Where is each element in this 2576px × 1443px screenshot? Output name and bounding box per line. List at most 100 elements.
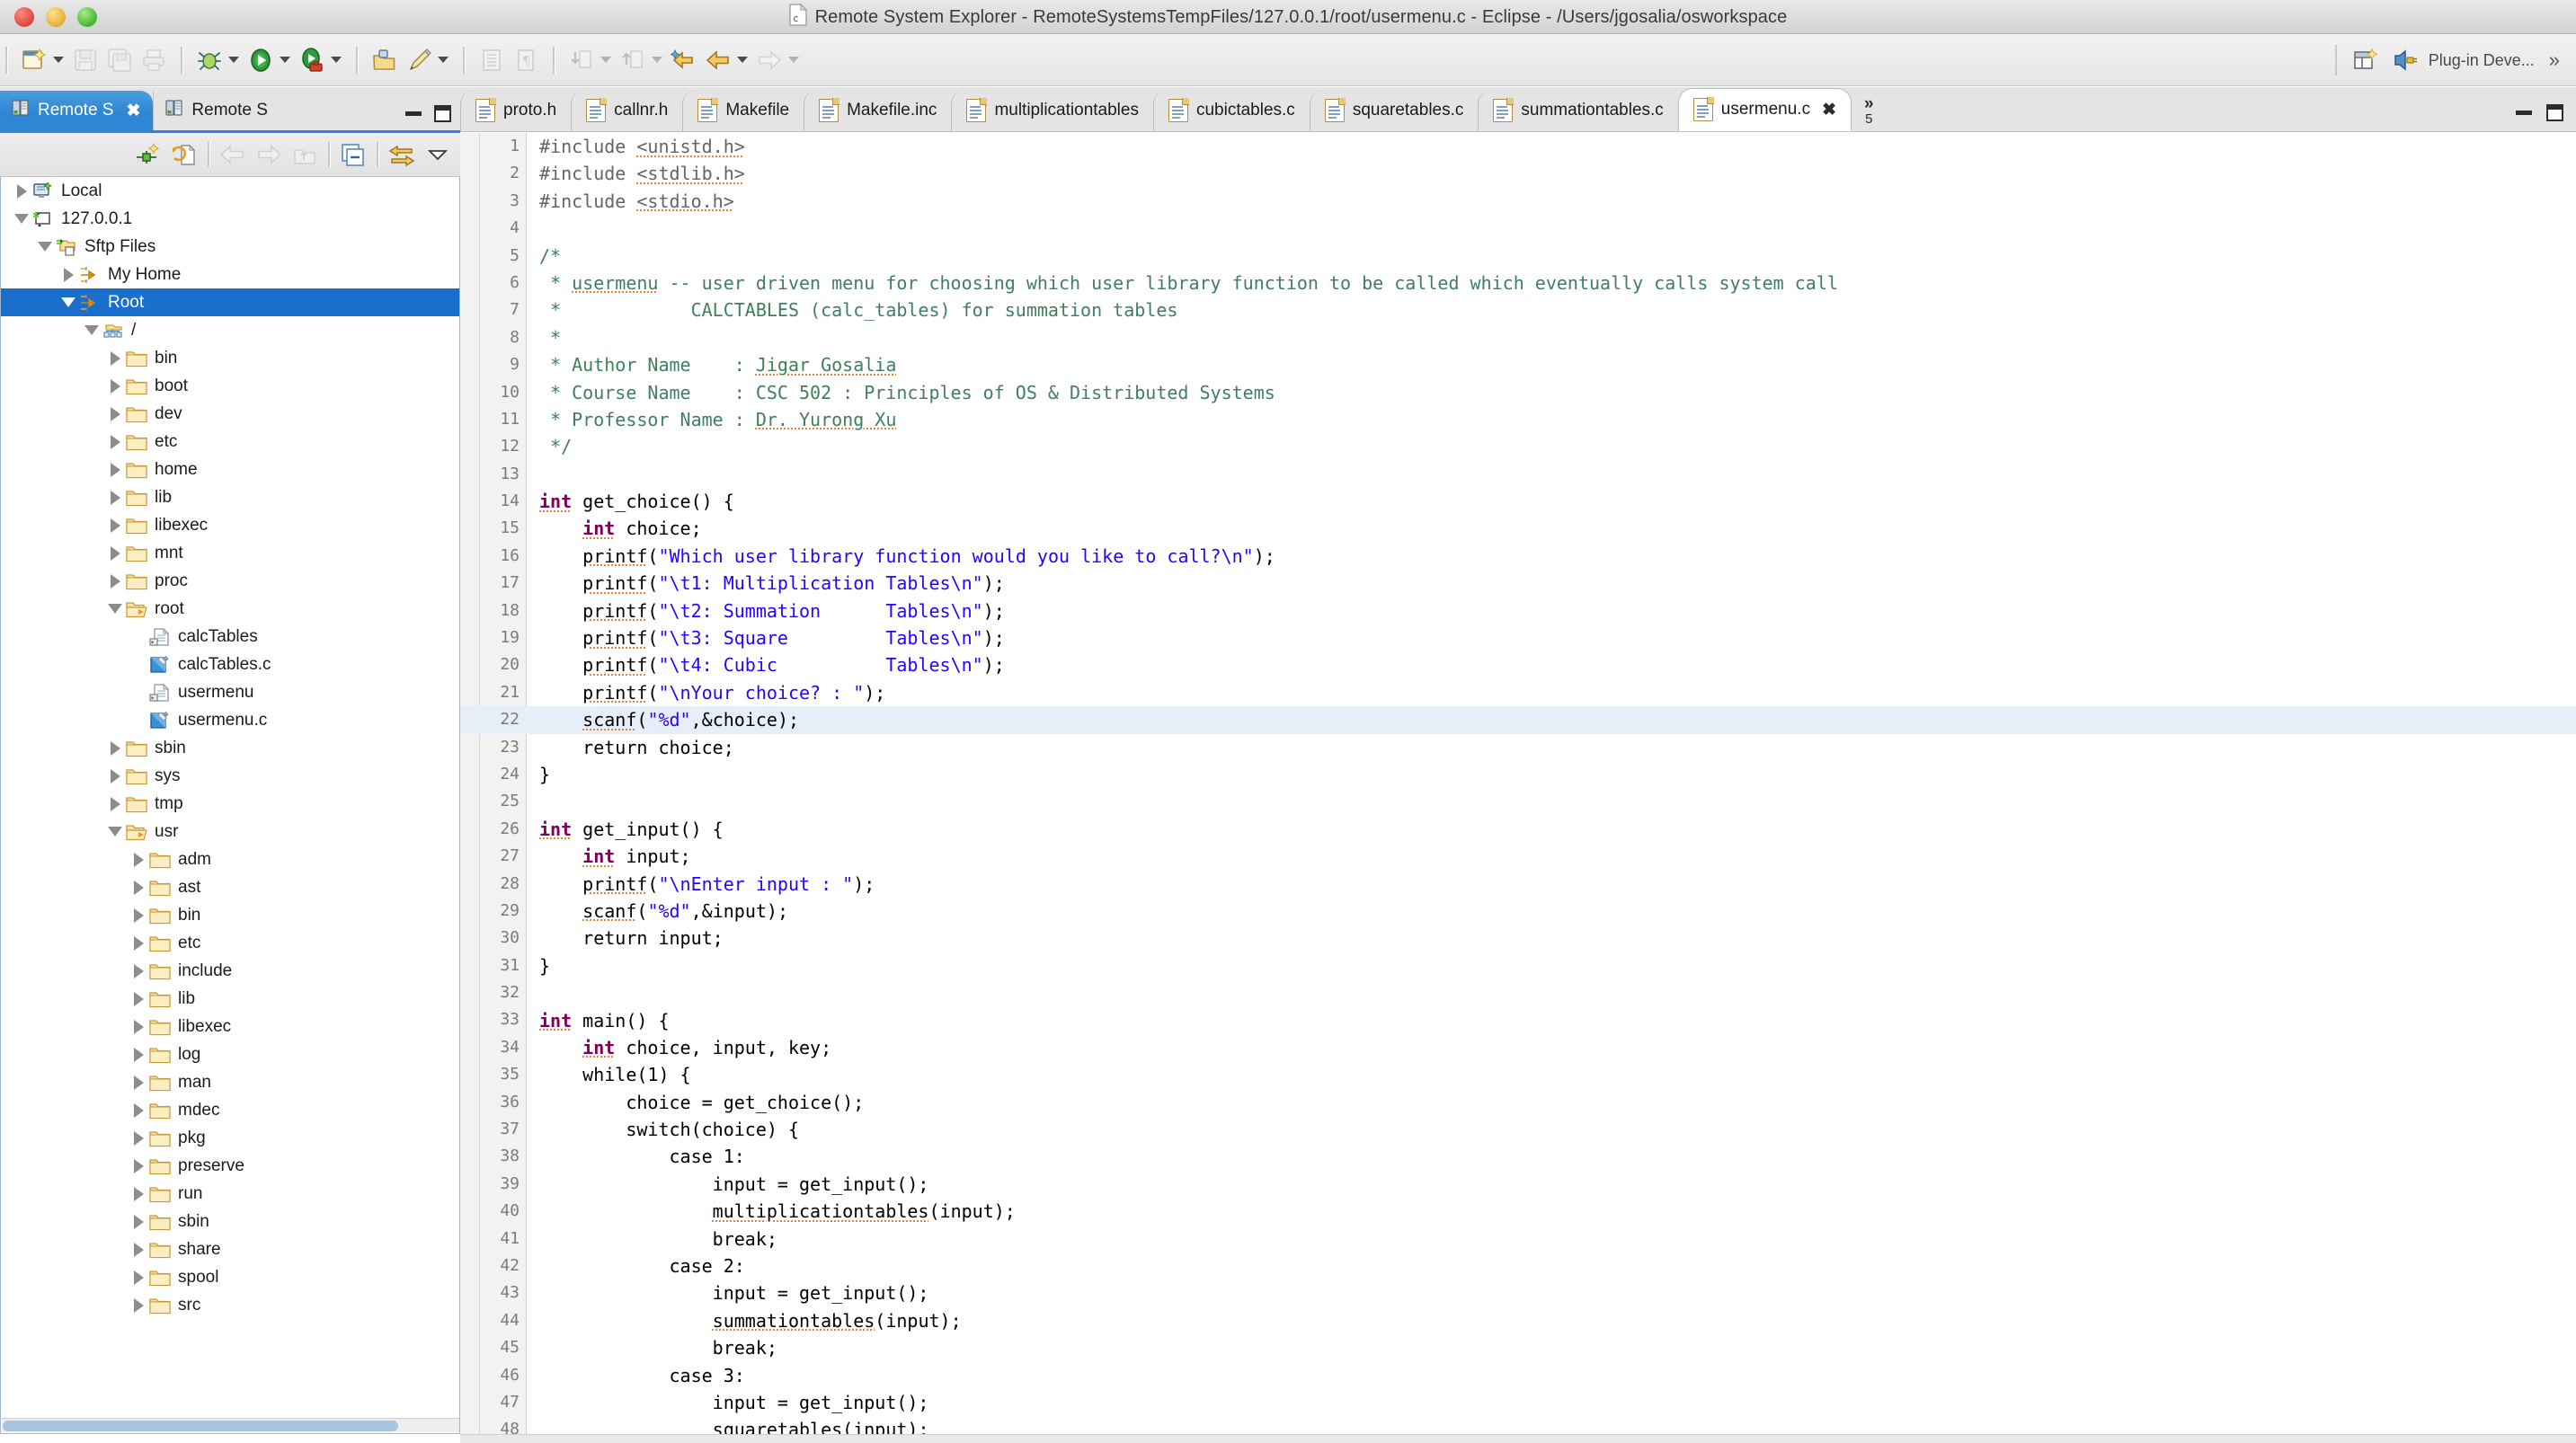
tree-item-man[interactable]: man <box>1 1068 459 1096</box>
close-button[interactable] <box>14 6 34 27</box>
code-line[interactable]: 23 return choice; <box>460 734 2576 761</box>
chevron-right-icon[interactable] <box>105 483 125 511</box>
remote-systems-tree[interactable]: Local 127.0.0.1 Sftp Files My Home Root / bin b… <box>0 177 460 1434</box>
code-line[interactable]: 33 int main() { <box>460 1007 2576 1034</box>
tree-item-my-home[interactable]: My Home <box>1 261 459 288</box>
editor-tab-proto-h[interactable]: proto.h <box>460 90 572 131</box>
tree-item-libexec[interactable]: libexec <box>1 1013 459 1040</box>
tree-item-home[interactable]: home <box>1 456 459 483</box>
code-line[interactable]: 1 #include <unistd.h> <box>460 133 2576 160</box>
new-connection-icon[interactable] <box>131 137 165 172</box>
refresh-document-icon[interactable] <box>167 137 201 172</box>
code-line[interactable]: 4 <box>460 215 2576 242</box>
code-line[interactable]: 3 #include <stdio.h> <box>460 188 2576 215</box>
chevron-right-icon[interactable] <box>129 1208 148 1235</box>
minimize-icon[interactable] <box>405 111 422 116</box>
tree-item-include[interactable]: include <box>1 957 459 985</box>
editor-tab-cubictables-c[interactable]: cubictables.c <box>1152 90 1310 131</box>
code-line[interactable]: 9 * Author Name : Jigar Gosalia <box>460 351 2576 378</box>
chevron-right-icon[interactable] <box>129 1040 148 1068</box>
code-line[interactable]: 7 * CALCTABLES (calc_tables) for summati… <box>460 297 2576 323</box>
code-line[interactable]: 44 summationtables(input); <box>460 1307 2576 1334</box>
tree-item-sbin[interactable]: sbin <box>1 734 459 762</box>
code-line[interactable]: 6 * usermenu -- user driven menu for cho… <box>460 270 2576 297</box>
open-perspective-icon[interactable] <box>2349 44 2382 76</box>
tree-item-adm[interactable]: adm <box>1 845 459 873</box>
chevron-right-icon[interactable] <box>105 428 125 456</box>
tree-item-preserve[interactable]: preserve <box>1 1152 459 1180</box>
code-line[interactable]: 35 while(1) { <box>460 1061 2576 1088</box>
tree-item-usermenu[interactable]: usermenu <box>1 678 459 706</box>
chevron-right-icon[interactable] <box>129 873 148 901</box>
chevron-down-icon[interactable] <box>35 233 55 261</box>
tree-horizontal-scrollbar[interactable] <box>2 1418 459 1432</box>
editor-source-lines[interactable]: 1 #include <unistd.h> 2 #include <stdlib.h>… <box>460 133 2576 1443</box>
editor-horizontal-scrollbar[interactable] <box>460 1434 2576 1443</box>
tree-item-bin[interactable]: bin <box>1 901 459 929</box>
chevron-right-icon[interactable] <box>105 762 125 790</box>
code-line[interactable]: 46 case 3: <box>460 1362 2576 1389</box>
link-arrows-icon[interactable] <box>385 137 419 172</box>
code-line[interactable]: 14 int get_choice() { <box>460 488 2576 515</box>
code-line[interactable]: 27 int input; <box>460 843 2576 870</box>
chevron-down-icon[interactable] <box>58 288 78 316</box>
code-line[interactable]: 2 #include <stdlib.h> <box>460 160 2576 187</box>
code-line[interactable]: 45 break; <box>460 1334 2576 1361</box>
code-line[interactable]: 40 multiplicationtables(input); <box>460 1198 2576 1225</box>
code-line[interactable]: 26 int get_input() { <box>460 816 2576 843</box>
chevron-right-icon[interactable] <box>129 1124 148 1152</box>
run-button[interactable] <box>244 44 277 76</box>
chevron-down-icon[interactable] <box>12 205 31 233</box>
code-line[interactable]: 30 return input; <box>460 925 2576 952</box>
code-line[interactable]: 8 * <box>460 324 2576 351</box>
chevron-right-icon[interactable] <box>129 1152 148 1180</box>
tree-item-lib[interactable]: lib <box>1 985 459 1013</box>
chevron-right-icon[interactable] <box>129 1013 148 1040</box>
code-line[interactable]: 11 * Professor Name : Dr. Yurong Xu <box>460 406 2576 433</box>
chevron-right-icon[interactable] <box>129 1068 148 1096</box>
perspective-label[interactable]: Plug-in Deve... <box>2429 51 2535 70</box>
chevron-right-icon[interactable] <box>129 1235 148 1263</box>
tree-item-sbin[interactable]: sbin <box>1 1208 459 1235</box>
code-line[interactable]: 13 <box>460 461 2576 488</box>
editor-tab-makefile-inc[interactable]: Makefile.inc <box>804 90 952 131</box>
editor-tab-callnr-h[interactable]: callnr.h <box>571 90 683 131</box>
pencil-caret-icon[interactable] <box>438 57 449 63</box>
chevron-right-icon[interactable] <box>129 901 148 929</box>
chevron-right-icon[interactable] <box>129 1180 148 1208</box>
close-icon[interactable]: ✖ <box>126 102 140 120</box>
tree-item-[interactable]: / <box>1 316 459 344</box>
chevron-right-icon[interactable] <box>105 400 125 428</box>
code-line[interactable]: 37 switch(choice) { <box>460 1116 2576 1143</box>
tree-item-spool[interactable]: spool <box>1 1263 459 1291</box>
code-line[interactable]: 34 int choice, input, key; <box>460 1034 2576 1061</box>
last-edit-location-button[interactable] <box>668 44 700 76</box>
chevron-right-icon[interactable] <box>105 511 125 539</box>
code-line[interactable]: 5 /* <box>460 243 2576 270</box>
code-line[interactable]: 17 printf("\t1: Multiplication Tables\n"… <box>460 570 2576 597</box>
plug-in-development-icon[interactable] <box>2389 44 2421 76</box>
tree-item-root[interactable]: root <box>1 595 459 623</box>
chevron-right-icon[interactable] <box>105 456 125 483</box>
tree-item-etc[interactable]: etc <box>1 428 459 456</box>
tree-item-bin[interactable]: bin <box>1 344 459 372</box>
chevron-right-icon[interactable] <box>129 1263 148 1291</box>
perspective-overflow-icon[interactable]: » <box>2542 49 2567 72</box>
chevron-right-icon[interactable] <box>105 539 125 567</box>
new-wizard-button[interactable] <box>18 44 50 76</box>
collapse-all-icon[interactable] <box>336 137 370 172</box>
code-line[interactable]: 24} <box>460 761 2576 788</box>
code-editor[interactable]: 1 #include <unistd.h> 2 #include <stdlib.h>… <box>460 133 2576 1443</box>
maximize-icon[interactable] <box>434 105 451 122</box>
code-line[interactable]: 21 printf("\nYour choice? : "); <box>460 679 2576 706</box>
code-line[interactable]: 36 choice = get_choice(); <box>460 1089 2576 1116</box>
new-wizard-caret-icon[interactable] <box>53 57 64 63</box>
chevron-right-icon[interactable] <box>105 567 125 595</box>
code-line[interactable]: 12 */ <box>460 433 2576 460</box>
back-button[interactable] <box>702 44 734 76</box>
code-line[interactable]: 22 scanf("%d",&choice); <box>460 706 2576 734</box>
chevron-right-icon[interactable] <box>105 372 125 400</box>
tree-item-local[interactable]: Local <box>1 177 459 205</box>
tree-item-mdec[interactable]: mdec <box>1 1096 459 1124</box>
back-caret-icon[interactable] <box>737 57 748 63</box>
